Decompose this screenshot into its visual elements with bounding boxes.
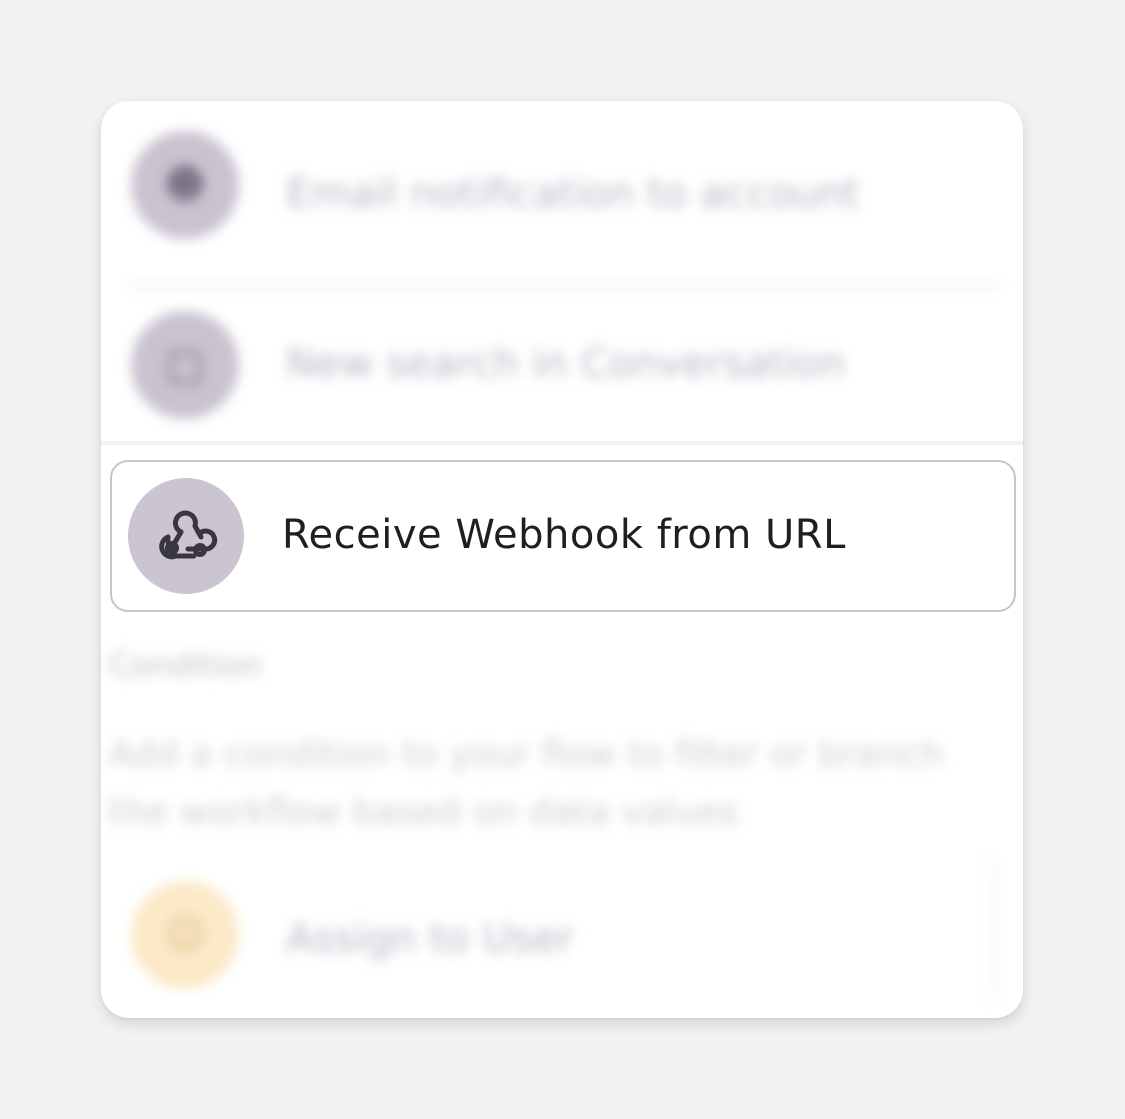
user-icon: ☺ — [131, 881, 239, 989]
receive-webhook-item[interactable]: Receive Webhook from URL — [110, 460, 1016, 612]
blurred-bottom-section: Condition Add a condition to your flow t… — [101, 621, 1023, 1018]
blurred-top-section: ☻ Email notification to account □ New se… — [101, 101, 1023, 451]
user-icon: ☻ — [131, 131, 239, 239]
list-item-label: New search in Conversation — [286, 341, 846, 387]
divider — [131, 284, 1001, 287]
receive-webhook-label: Receive Webhook from URL — [282, 512, 846, 558]
divider — [101, 441, 1023, 445]
section-title: Condition — [109, 646, 262, 684]
list-item[interactable]: ☻ Email notification to account — [111, 111, 1011, 261]
list-item-label: Email notification to account — [286, 171, 860, 217]
list-item[interactable]: □ New search in Conversation — [111, 291, 1011, 441]
webhook-icon — [128, 478, 244, 594]
list-item-label: Assign to User — [286, 916, 574, 962]
trigger-picker-card: ☻ Email notification to account □ New se… — [101, 101, 1023, 1018]
list-item[interactable]: ☺ Assign to User — [111, 861, 1011, 1011]
section-description: Add a condition to your flow to filter o… — [109, 734, 944, 833]
document-icon: □ — [131, 311, 239, 419]
